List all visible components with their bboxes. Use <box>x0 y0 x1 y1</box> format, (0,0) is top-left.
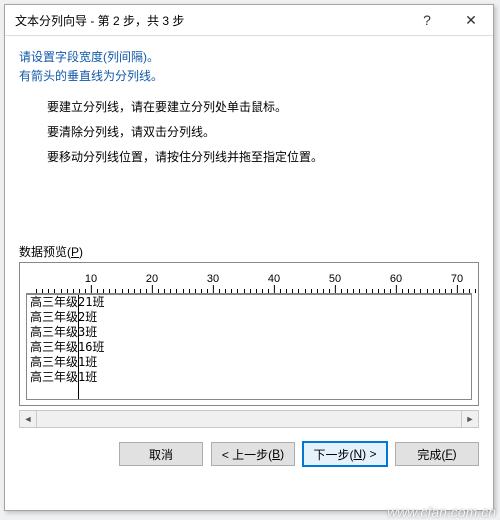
ruler-tick-major: 10 <box>85 274 97 293</box>
ruler-tick-major: 60 <box>390 274 402 293</box>
ruler-tick-minor <box>42 289 43 293</box>
ruler-tick-minor <box>103 289 104 293</box>
ruler-tick-minor <box>73 289 74 293</box>
data-rows: 高三年级21班 高三年级2班 高三年级3班 高三年级16班 高三年级1班 高三年… <box>30 295 104 385</box>
ruler-tick-minor <box>109 289 110 293</box>
ruler-tick-minor <box>140 289 141 293</box>
ruler-tick-major: 50 <box>329 274 341 293</box>
ruler-tick-minor <box>61 289 62 293</box>
ruler-tick-minor <box>347 289 348 293</box>
ruler-tick-minor <box>158 289 159 293</box>
ruler-tick-minor <box>463 289 464 293</box>
close-button[interactable]: ✕ <box>449 5 493 35</box>
ruler-tick-minor <box>262 289 263 293</box>
ruler-tick-minor <box>250 289 251 293</box>
ruler-tick-minor <box>378 289 379 293</box>
ruler-tick-minor <box>305 289 306 293</box>
ruler-tick-minor <box>420 289 421 293</box>
ruler-tick-minor <box>256 289 257 293</box>
ruler-tick-minor <box>36 289 37 293</box>
ruler[interactable]: 10 20 30 40 50 60 70 <box>26 269 472 294</box>
instruction-create: 要建立分列线，请在要建立分列处单击鼠标。 <box>47 98 479 115</box>
ruler-tick-minor <box>311 289 312 293</box>
ruler-tick-minor <box>427 289 428 293</box>
intro-line-2: 有箭头的垂直线为分列线。 <box>19 67 479 84</box>
button-row: 取消 < 上一步(B) 下一步(N) > 完成(F) <box>5 428 493 480</box>
ruler-tick-minor <box>244 289 245 293</box>
ruler-tick-minor <box>67 289 68 293</box>
ruler-tick-minor <box>201 289 202 293</box>
ruler-tick-major: 30 <box>207 274 219 293</box>
titlebar: 文本分列向导 - 第 2 步，共 3 步 ? ✕ <box>5 5 493 36</box>
ruler-tick-minor <box>286 289 287 293</box>
ruler-tick-minor <box>408 289 409 293</box>
ruler-tick-minor <box>323 289 324 293</box>
ruler-tick-minor <box>183 289 184 293</box>
data-preview-box[interactable]: 10 20 30 40 50 60 70 高三年级21班 高三年级2班 高三年级3班 高三年… <box>19 262 479 406</box>
ruler-tick-minor <box>439 289 440 293</box>
scroll-left-arrow-icon[interactable]: ◄ <box>20 411 37 427</box>
cancel-button[interactable]: 取消 <box>119 442 203 466</box>
preview-horizontal-scrollbar[interactable]: ◄ ► <box>19 410 479 428</box>
dialog-body: 请设置字段宽度(列间隔)。 有箭头的垂直线为分列线。 要建立分列线，请在要建立分… <box>5 36 493 173</box>
ruler-tick-minor <box>292 289 293 293</box>
ruler-tick-minor <box>317 289 318 293</box>
ruler-tick-minor <box>176 289 177 293</box>
ruler-tick-minor <box>79 289 80 293</box>
ruler-tick-minor <box>402 289 403 293</box>
intro-line-1: 请设置字段宽度(列间隔)。 <box>19 48 479 65</box>
ruler-tick-major: 40 <box>268 274 280 293</box>
ruler-tick-minor <box>445 289 446 293</box>
help-button[interactable]: ? <box>405 5 449 35</box>
ruler-tick-minor <box>170 289 171 293</box>
text-to-columns-wizard-dialog: 文本分列向导 - 第 2 步，共 3 步 ? ✕ 请设置字段宽度(列间隔)。 有… <box>4 4 494 511</box>
data-area[interactable]: 高三年级21班 高三年级2班 高三年级3班 高三年级16班 高三年级1班 高三年… <box>26 294 472 400</box>
instruction-move: 要移动分列线位置，请按住分列线并拖至指定位置。 <box>47 148 479 165</box>
window-buttons: ? ✕ <box>405 5 493 35</box>
ruler-tick-minor <box>353 289 354 293</box>
instruction-remove: 要清除分列线，请双击分列线。 <box>47 123 479 140</box>
scroll-right-arrow-icon[interactable]: ► <box>461 411 478 427</box>
column-break-line[interactable] <box>78 295 79 399</box>
ruler-tick-minor <box>195 289 196 293</box>
ruler-tick-minor <box>54 289 55 293</box>
data-preview-label: 数据预览(P) <box>19 243 479 260</box>
ruler-tick-minor <box>128 289 129 293</box>
ruler-tick-major: 20 <box>146 274 158 293</box>
ruler-tick-minor <box>134 289 135 293</box>
ruler-tick-minor <box>48 289 49 293</box>
ruler-tick-minor <box>469 289 470 293</box>
ruler-tick-minor <box>359 289 360 293</box>
finish-button[interactable]: 完成(F) <box>395 442 479 466</box>
ruler-tick-minor <box>475 289 476 293</box>
ruler-tick-minor <box>189 289 190 293</box>
ruler-tick-minor <box>280 289 281 293</box>
ruler-tick-minor <box>237 289 238 293</box>
ruler-tick-minor <box>366 289 367 293</box>
ruler-tick-minor <box>97 289 98 293</box>
ruler-tick-minor <box>164 289 165 293</box>
ruler-tick-minor <box>414 289 415 293</box>
dialog-title: 文本分列向导 - 第 2 步，共 3 步 <box>15 12 184 29</box>
ruler-tick-major: 70 <box>451 274 463 293</box>
ruler-tick-minor <box>372 289 373 293</box>
ruler-tick-minor <box>341 289 342 293</box>
ruler-tick-minor <box>225 289 226 293</box>
back-button[interactable]: < 上一步(B) <box>211 442 295 466</box>
ruler-tick-minor <box>433 289 434 293</box>
ruler-tick-minor <box>115 289 116 293</box>
data-preview-section: 数据预览(P) 10 20 30 40 50 60 70 高三年级21班 高三年级2班 高三… <box>5 243 493 406</box>
ruler-tick-minor <box>122 289 123 293</box>
ruler-tick-minor <box>231 289 232 293</box>
instruction-block: 要建立分列线，请在要建立分列处单击鼠标。 要清除分列线，请双击分列线。 要移动分… <box>47 98 479 165</box>
scrollbar-track[interactable] <box>37 411 461 427</box>
next-button[interactable]: 下一步(N) > <box>303 442 387 466</box>
ruler-tick-minor <box>384 289 385 293</box>
column-break-arrow-icon <box>74 294 82 295</box>
ruler-tick-minor <box>298 289 299 293</box>
ruler-tick-minor <box>219 289 220 293</box>
